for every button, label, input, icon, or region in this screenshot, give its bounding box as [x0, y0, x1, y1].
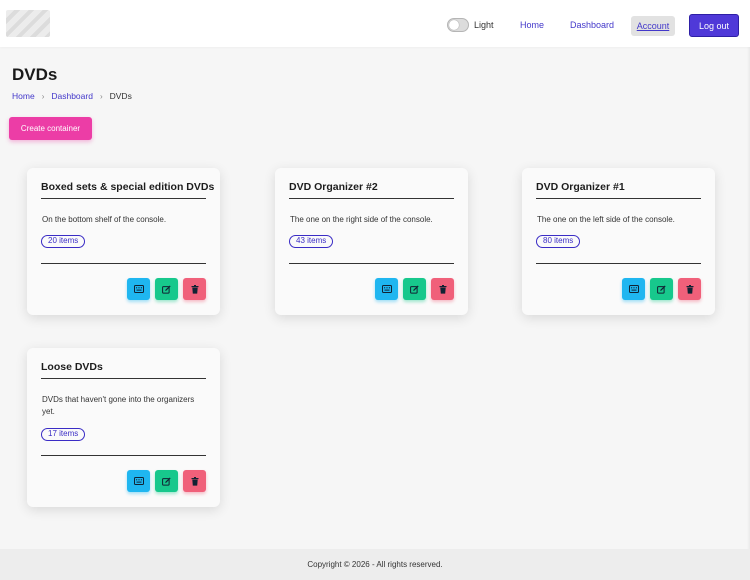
delete-button[interactable] [678, 278, 701, 300]
trash-icon [191, 476, 198, 486]
card-title: Loose DVDs [41, 361, 103, 373]
item-count-badge: 17 items [41, 428, 86, 441]
edit-button[interactable] [155, 278, 178, 300]
edit-icon [657, 284, 666, 294]
nav-home-link[interactable]: Home [520, 20, 544, 30]
theme-toggle[interactable] [447, 18, 469, 32]
trash-icon [439, 284, 446, 294]
edit-button[interactable] [155, 470, 178, 492]
card-title: Boxed sets & special edition DVDs [41, 181, 215, 193]
top-navbar: Light Home Dashboard Account Log out [0, 0, 750, 47]
breadcrumb-home[interactable]: Home [12, 91, 35, 101]
edit-icon [410, 284, 419, 294]
delete-button[interactable] [183, 470, 206, 492]
divider [41, 198, 206, 199]
divider [536, 198, 701, 199]
breadcrumb-current: DVDs [109, 91, 132, 101]
item-count-badge: 80 items [536, 235, 581, 248]
create-container-button[interactable]: Create container [9, 117, 92, 140]
divider [41, 455, 206, 456]
logout-button[interactable]: Log out [689, 14, 739, 37]
divider [289, 263, 454, 264]
divider [41, 378, 206, 379]
footer: Copyright © 2026 - All rights reserved. [0, 549, 750, 580]
view-button[interactable] [375, 278, 398, 300]
card-description: The one on the right side of the console… [290, 215, 433, 224]
card-title: DVD Organizer #1 [536, 181, 625, 193]
card-title: DVD Organizer #2 [289, 181, 378, 193]
delete-button[interactable] [431, 278, 454, 300]
view-button[interactable] [622, 278, 645, 300]
divider [289, 198, 454, 199]
edit-icon [162, 476, 171, 486]
card-description: DVDs that haven't gone into the organize… [42, 395, 195, 416]
container-card: DVD Organizer #1 The one on the left sid… [522, 168, 715, 315]
logo[interactable] [6, 10, 50, 37]
edit-button[interactable] [650, 278, 673, 300]
chevron-right-icon: › [41, 91, 45, 101]
page-title: DVDs [12, 65, 58, 84]
divider [41, 263, 206, 264]
container-card: Boxed sets & special edition DVDs On the… [27, 168, 220, 315]
chevron-right-icon: › [99, 91, 103, 101]
toggle-knob [449, 20, 459, 30]
container-card: Loose DVDs DVDs that haven't gone into t… [27, 348, 220, 507]
container-card: DVD Organizer #2 The one on the right si… [275, 168, 468, 315]
copyright-text: Copyright © 2026 - All rights reserved. [307, 560, 443, 569]
item-count-badge: 20 items [41, 235, 86, 248]
nav-account-link[interactable]: Account [631, 16, 675, 36]
item-count-badge: 43 items [289, 235, 334, 248]
keyboard-icon [133, 285, 144, 293]
nav-dashboard-link[interactable]: Dashboard [570, 20, 614, 30]
delete-button[interactable] [183, 278, 206, 300]
card-description: The one on the left side of the console. [537, 215, 675, 224]
keyboard-icon [133, 477, 144, 485]
card-description: On the bottom shelf of the console. [42, 215, 167, 224]
edit-button[interactable] [403, 278, 426, 300]
trash-icon [686, 284, 693, 294]
trash-icon [191, 284, 198, 294]
breadcrumb: Home › Dashboard › DVDs [12, 91, 132, 101]
view-button[interactable] [127, 470, 150, 492]
keyboard-icon [628, 285, 639, 293]
breadcrumb-dashboard[interactable]: Dashboard [51, 91, 93, 101]
edit-icon [162, 284, 171, 294]
keyboard-icon [381, 285, 392, 293]
divider [536, 263, 701, 264]
theme-toggle-label: Light [474, 20, 494, 30]
view-button[interactable] [127, 278, 150, 300]
